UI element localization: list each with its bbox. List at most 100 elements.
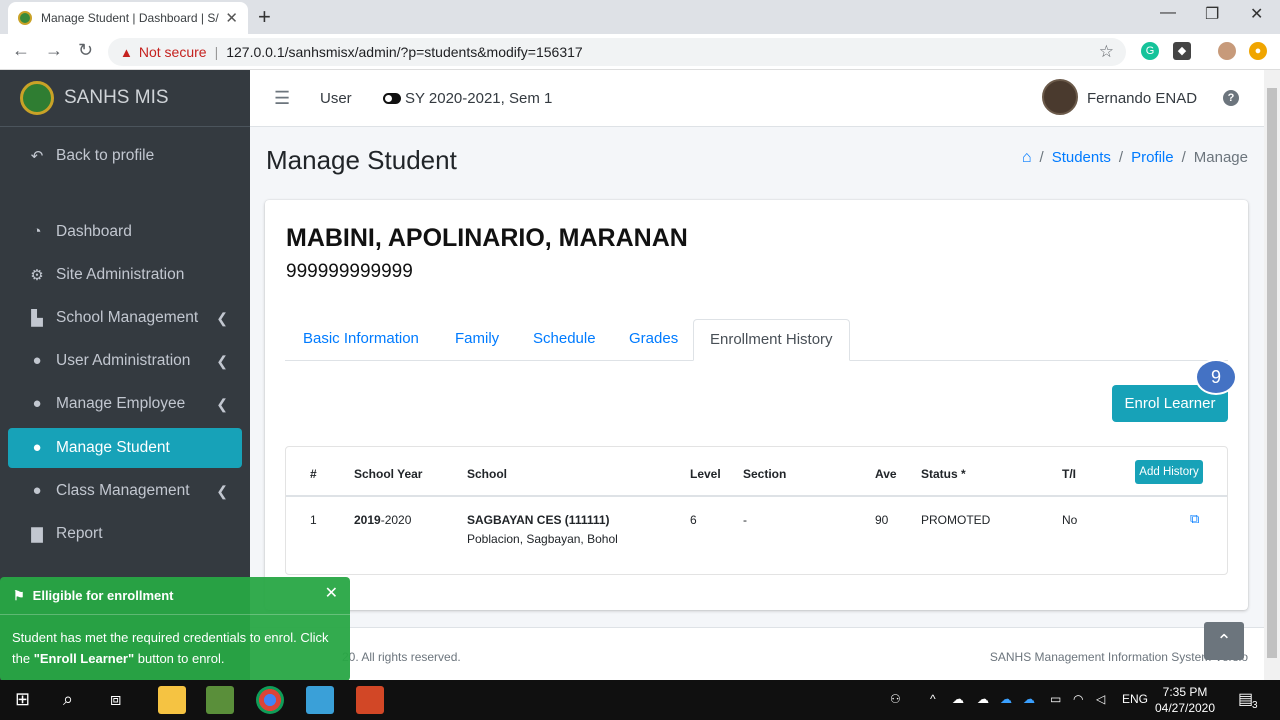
minimize-icon[interactable]: — <box>1160 4 1176 22</box>
footer: 20. All rights reserved. SANHS Managemen… <box>250 627 1264 680</box>
tray-chevron-up-icon[interactable]: ^ <box>930 692 936 706</box>
chrome-icon[interactable] <box>256 686 284 714</box>
back-to-top-button[interactable]: ⌃ <box>1204 622 1244 660</box>
browser-tab[interactable]: Manage Student | Dashboard | S/ ✕ <box>8 2 248 34</box>
cell-num: 1 <box>310 513 317 527</box>
toast-title: Elligible for enrollment <box>32 588 174 603</box>
cloud-upload-icon[interactable]: ☁ <box>977 692 989 706</box>
bookmark-star-icon[interactable]: ☆ <box>1099 42 1114 62</box>
windows-taskbar: ⊞ ⌕ ⧈ ⚇ ^ ☁ ☁ ☁ ☁ ▭ ◠ ◁ ENG 7:35 PM 04/2… <box>0 680 1280 720</box>
sidebar-item-manage-student[interactable]: ● Manage Student <box>8 428 242 468</box>
user-avatar[interactable] <box>1042 79 1078 115</box>
notification-count: 3 <box>1252 700 1258 711</box>
new-tab-icon[interactable]: + <box>258 4 271 30</box>
windows-start-icon[interactable]: ⊞ <box>15 689 30 710</box>
help-icon[interactable]: ? <box>1223 90 1239 106</box>
enrollment-history-table: # School Year School Level Section Ave S… <box>285 446 1228 575</box>
back-arrow-icon[interactable]: ← <box>12 40 30 61</box>
hamburger-menu-icon[interactable]: ☰ <box>274 88 290 109</box>
sidebar-item-label: Manage Student <box>56 439 170 456</box>
sidebar-item-dashboard[interactable]: ◔ Dashboard <box>8 212 242 252</box>
cell-section: - <box>743 513 747 527</box>
search-icon[interactable]: ⌕ <box>63 689 73 710</box>
extension-orange-icon[interactable]: ● <box>1249 42 1267 60</box>
browser-tab-bar: Manage Student | Dashboard | S/ ✕ + — ❐ … <box>0 0 1280 34</box>
breadcrumb-profile[interactable]: Profile <box>1131 149 1174 167</box>
app-editor-icon[interactable] <box>206 686 234 714</box>
cogs-icon: ⚙ <box>30 267 44 284</box>
people-icon[interactable]: ⚇ <box>890 692 901 706</box>
app-sticky-icon[interactable] <box>306 686 334 714</box>
col-header: T/I <box>1062 467 1076 481</box>
task-view-icon[interactable]: ⧈ <box>110 689 121 710</box>
edit-external-icon[interactable]: ⧉ <box>1190 511 1199 527</box>
toast-close-icon[interactable]: ✕ <box>325 583 338 603</box>
page-scrollbar[interactable] <box>1264 70 1280 680</box>
tab-schedule[interactable]: Schedule <box>533 330 596 347</box>
col-header: Section <box>743 467 787 481</box>
scrollbar-thumb[interactable] <box>1267 88 1277 658</box>
col-header: # <box>310 467 317 481</box>
not-secure-label: Not secure <box>138 44 207 60</box>
user-name[interactable]: Fernando ENAD <box>1087 90 1197 107</box>
sidebar-item-school-management[interactable]: ▙ School Management ❮ <box>8 298 242 338</box>
tab-family[interactable]: Family <box>455 330 499 347</box>
student-card: MABINI, APOLINARIO, MARANAN 999999999999… <box>265 200 1248 610</box>
cloud-upload-icon[interactable]: ☁ <box>952 692 964 706</box>
profile-avatar-icon[interactable] <box>1218 42 1236 60</box>
user-icon: ● <box>32 352 42 369</box>
user-tie-icon: ● <box>32 395 42 412</box>
reload-icon[interactable]: ↻ <box>78 40 93 61</box>
file-icon: ▇ <box>31 526 43 543</box>
onedrive-icon[interactable]: ☁ <box>1000 692 1012 706</box>
school-year-toggle[interactable]: SY 2020-2021, Sem 1 <box>383 90 552 107</box>
tab-enrollment-history[interactable]: Enrollment History <box>693 319 850 361</box>
close-tab-icon[interactable]: ✕ <box>225 9 238 27</box>
toggle-icon <box>383 93 401 104</box>
window-close-icon[interactable]: ✕ <box>1250 4 1263 24</box>
tachometer-icon: ◔ <box>32 223 42 240</box>
cell-school-year: 2019-2020 <box>354 513 412 527</box>
step-badge: 9 <box>1195 359 1237 395</box>
brand-name: SANHS MIS <box>64 87 169 108</box>
language-indicator[interactable]: ENG <box>1122 692 1148 706</box>
breadcrumb-students[interactable]: Students <box>1052 149 1111 167</box>
clock[interactable]: 7:35 PM 04/27/2020 <box>1150 684 1220 716</box>
tab-basic-information[interactable]: Basic Information <box>303 330 419 347</box>
onedrive-icon[interactable]: ☁ <box>1023 692 1035 706</box>
cell-status: PROMOTED <box>921 513 991 527</box>
school-logo-icon <box>20 81 54 115</box>
copyright: 20. All rights reserved. <box>342 650 461 664</box>
add-history-button[interactable]: Add History <box>1135 460 1203 484</box>
volume-icon[interactable]: ◁ <box>1096 692 1105 706</box>
file-explorer-icon[interactable] <box>158 686 186 714</box>
url-text: 127.0.0.1/sanhsmisx/admin/?p=students&mo… <box>226 44 583 60</box>
sidebar-item-user-administration[interactable]: ● User Administration ❮ <box>8 341 242 381</box>
col-header: School <box>467 467 508 481</box>
content-wrapper: Manage Student ⌂ / Students / Profile / … <box>250 127 1264 680</box>
sidebar-item-site-administration[interactable]: ⚙ Site Administration <box>8 255 242 295</box>
sidebar-item-report[interactable]: ▇ Report <box>8 514 242 554</box>
cell-ti: No <box>1062 513 1078 527</box>
extension-icon[interactable]: ◆ <box>1173 42 1191 60</box>
cell-school: SAGBAYAN CES (111111) Poblacion, Sagbaya… <box>467 511 618 549</box>
home-icon[interactable]: ⌂ <box>1022 149 1032 167</box>
col-header: Status * <box>921 467 966 481</box>
nav-user-link[interactable]: User <box>320 90 352 107</box>
battery-icon[interactable]: ▭ <box>1050 692 1061 706</box>
sidebar-item-label: Manage Employee <box>56 395 186 412</box>
grammarly-icon[interactable]: G <box>1141 42 1159 60</box>
notifications-icon[interactable]: ▤ <box>1238 689 1253 709</box>
eligibility-toast: ⚑ Elligible for enrollment ✕ Student has… <box>0 577 350 681</box>
brand[interactable]: SANHS MIS <box>0 70 250 127</box>
sidebar-item-manage-employee[interactable]: ● Manage Employee ❮ <box>8 384 242 424</box>
powerpoint-icon[interactable] <box>356 686 384 714</box>
restore-icon[interactable]: ❐ <box>1205 4 1219 24</box>
address-bar[interactable]: ▲ Not secure | 127.0.0.1/sanhsmisx/admin… <box>108 38 1126 66</box>
forward-arrow-icon[interactable]: → <box>45 40 63 61</box>
chevron-up-icon: ⌃ <box>1216 630 1232 651</box>
tab-grades[interactable]: Grades <box>629 330 678 347</box>
sidebar-item-back-to-profile[interactable]: ↶ Back to profile <box>8 136 242 176</box>
sidebar-item-class-management[interactable]: ● Class Management ❮ <box>8 471 242 511</box>
wifi-icon[interactable]: ◠ <box>1073 692 1083 706</box>
